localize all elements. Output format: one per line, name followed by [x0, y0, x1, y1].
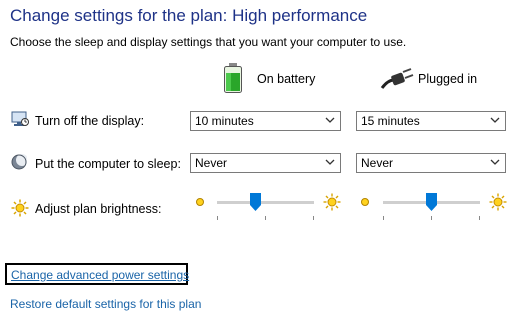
slider-tick: [383, 216, 384, 220]
sleep-moon-icon: [11, 154, 27, 170]
chevron-down-icon: [325, 159, 335, 165]
slider-tick: [217, 216, 218, 220]
slider-tick: [479, 216, 480, 220]
brightness-plugged-slider[interactable]: [383, 192, 480, 220]
slider-track: [217, 201, 314, 204]
chevron-down-icon: [490, 159, 500, 165]
slider-tick: [313, 216, 314, 220]
plugged-in-header: Plugged in: [418, 72, 478, 86]
sleep-plugged-value: Never: [361, 156, 394, 170]
brightness-low-icon: [196, 198, 204, 206]
slider-thumb[interactable]: [250, 193, 261, 211]
slider-tick: [265, 216, 266, 220]
display-plugged-select[interactable]: 15 minutes: [356, 111, 506, 131]
on-battery-header: On battery: [257, 72, 316, 86]
advanced-power-settings-link[interactable]: Change advanced power settings: [11, 268, 189, 282]
brightness-high-icon: [323, 193, 341, 211]
display-battery-select[interactable]: 10 minutes: [190, 111, 341, 131]
sleep-battery-value: Never: [195, 156, 228, 170]
restore-defaults-link[interactable]: Restore default settings for this plan: [10, 297, 201, 311]
page-title: Change settings for the plan: High perfo…: [10, 6, 368, 25]
sleep-plugged-select[interactable]: Never: [356, 153, 506, 173]
display-icon: [11, 111, 29, 126]
brightness-low-icon: [361, 198, 369, 206]
chevron-down-icon: [325, 117, 335, 123]
brightness-high-icon: [489, 193, 507, 211]
brightness-label: Adjust plan brightness:: [35, 202, 162, 216]
slider-tick: [431, 216, 432, 220]
display-label: Turn off the display:: [35, 114, 145, 128]
display-plugged-value: 15 minutes: [361, 114, 420, 128]
sleep-battery-select[interactable]: Never: [190, 153, 341, 173]
sleep-label: Put the computer to sleep:: [35, 157, 181, 171]
battery-icon: [224, 63, 242, 93]
slider-thumb[interactable]: [426, 193, 437, 211]
brightness-battery-slider[interactable]: [217, 192, 314, 220]
chevron-down-icon: [490, 117, 500, 123]
brightness-sun-icon: [11, 199, 29, 217]
page-subtitle: Choose the sleep and display settings th…: [10, 35, 407, 49]
power-plug-icon: [380, 68, 414, 89]
display-battery-value: 10 minutes: [195, 114, 254, 128]
